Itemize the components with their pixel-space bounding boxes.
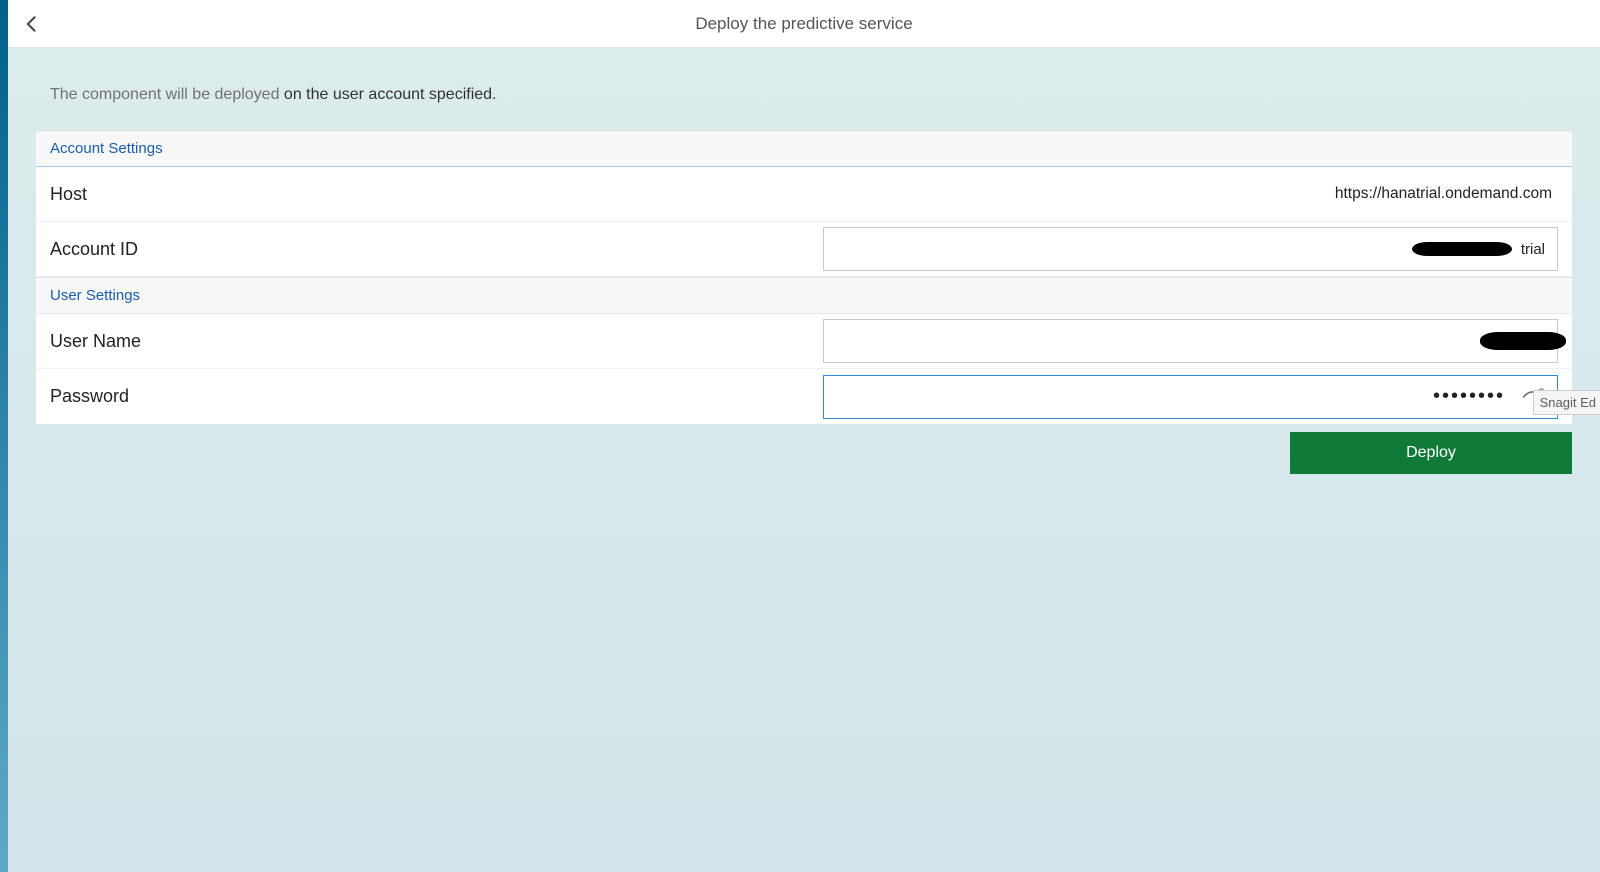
back-button[interactable] xyxy=(8,0,56,48)
actions-bar: Deploy xyxy=(8,424,1600,474)
row-host: Host https://hanatrial.ondemand.com xyxy=(36,167,1572,222)
content-area: The component will be deployed on the us… xyxy=(8,48,1600,872)
password-field-wrap xyxy=(823,375,1558,419)
row-account-id: Account ID xyxy=(36,222,1572,277)
row-password: Password xyxy=(36,369,1572,424)
redaction-mark xyxy=(1480,332,1566,350)
top-bar: Deploy the predictive service xyxy=(8,0,1600,48)
password-input[interactable] xyxy=(824,376,1513,418)
username-input[interactable] xyxy=(823,319,1558,363)
external-overlay-label: Snagit Ed xyxy=(1533,390,1600,415)
instruction-prefix: The component will be deployed xyxy=(50,86,284,103)
deploy-button[interactable]: Deploy xyxy=(1290,432,1572,474)
redaction-mark xyxy=(1412,242,1512,256)
label-host: Host xyxy=(50,184,380,205)
label-username: User Name xyxy=(50,331,380,352)
chevron-left-icon xyxy=(22,14,42,34)
page-title: Deploy the predictive service xyxy=(8,14,1600,34)
section-header-user: User Settings xyxy=(36,277,1572,314)
section-header-account: Account Settings xyxy=(36,130,1572,167)
form-panel: Account Settings Host https://hanatrial.… xyxy=(36,130,1572,424)
label-password: Password xyxy=(50,386,380,407)
label-account-id: Account ID xyxy=(50,239,380,260)
instruction-text: The component will be deployed on the us… xyxy=(8,48,1600,130)
value-host: https://hanatrial.ondemand.com xyxy=(380,185,1558,203)
instruction-emph: on the user account specified. xyxy=(284,86,497,103)
app-container: Deploy the predictive service The compon… xyxy=(8,0,1600,872)
row-username: User Name xyxy=(36,314,1572,369)
